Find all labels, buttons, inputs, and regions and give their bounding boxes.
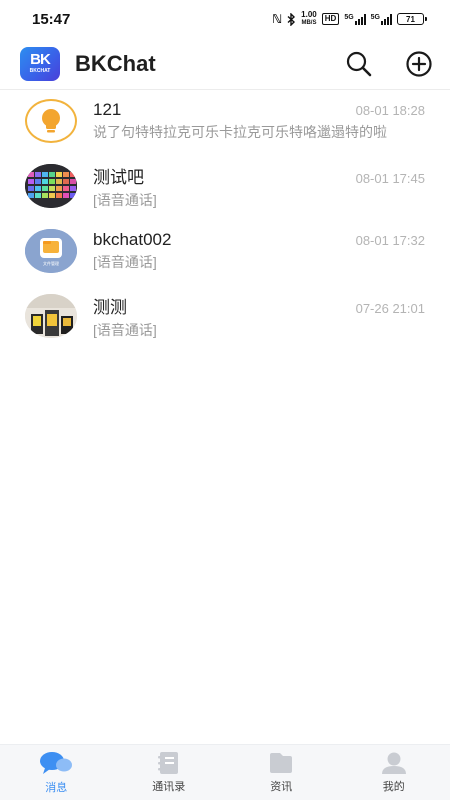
conversation-preview: [语音通话]: [93, 321, 157, 338]
app-logo: BK BKCHAT: [20, 46, 60, 81]
conversation-name: 测测: [93, 297, 127, 317]
app-header: BK BKCHAT BKChat: [0, 38, 450, 90]
conversation-time: 08-01 17:32: [355, 233, 425, 248]
signal-bars-icon: [381, 13, 392, 25]
sim1-signal: 5G: [344, 13, 366, 25]
battery-level: 71: [406, 14, 415, 24]
search-button[interactable]: [344, 49, 374, 79]
keyboard-photo-icon: [25, 164, 77, 208]
conversation-name: bkchat002: [93, 230, 172, 249]
logo-mark: BK: [30, 51, 51, 68]
profile-icon: [381, 752, 406, 774]
contacts-book-icon: [157, 752, 178, 774]
conversation-name: 121: [93, 100, 122, 119]
network-speed: 1.00 MB/S: [301, 11, 317, 27]
conversation-preview: 说了句特特拉克可乐卡拉克可乐特咯邋遢特的啦: [93, 124, 387, 140]
conversation-time: 07-26 21:01: [355, 300, 425, 316]
conversation-item[interactable]: 文件管理 bkchat002 08-01 17:32 [语音通话]: [0, 220, 450, 282]
tab-label: 通讯录: [152, 781, 186, 793]
battery-icon: 71: [397, 13, 427, 25]
bluetooth-icon: [287, 12, 296, 26]
tab-contacts[interactable]: 通讯录: [113, 745, 226, 800]
bottom-tab-bar: 消息 通讯录 资讯 我的: [0, 744, 450, 800]
avatar: 文件管理: [25, 229, 77, 273]
tab-news[interactable]: 资讯: [225, 745, 338, 800]
search-icon: [346, 51, 372, 76]
status-bar: 15:47 ℕ 1.00 MB/S HD 5G 5G 71: [0, 0, 450, 38]
lightbulb-icon: [32, 102, 70, 140]
conversation-time: 08-01 17:45: [355, 170, 425, 186]
news-folder-icon: [270, 753, 293, 773]
app-title: BKChat: [75, 50, 156, 76]
conversation-name: 测试吧: [93, 167, 144, 187]
conversation-preview: [语音通话]: [93, 191, 157, 208]
network-speed-value: 1.00: [301, 10, 317, 19]
sim2-signal: 5G: [370, 13, 392, 25]
add-button[interactable]: [404, 49, 434, 79]
logo-subtext: BKCHAT: [29, 68, 51, 74]
sim2-label: 5G: [370, 13, 380, 21]
hd-badge: HD: [321, 13, 340, 25]
tab-profile[interactable]: 我的: [338, 745, 450, 800]
conversation-list: 121 08-01 18:28 说了句特特拉克可乐卡拉克可乐特咯邋遢特的啦 测试…: [0, 90, 450, 347]
tab-messages[interactable]: 消息: [0, 745, 113, 800]
conversation-time: 08-01 18:28: [355, 103, 425, 118]
conversation-item[interactable]: 测试吧 08-01 17:45 [语音通话]: [0, 155, 450, 217]
conversation-preview: [语音通话]: [93, 254, 157, 270]
status-icons: ℕ 1.00 MB/S HD 5G 5G 71: [272, 11, 427, 27]
plus-circle-icon: [406, 50, 432, 77]
chat-bubbles-icon: [40, 752, 73, 774]
sim1-label: 5G: [344, 13, 354, 21]
nfc-icon: ℕ: [272, 12, 283, 26]
conversation-item[interactable]: 121 08-01 18:28 说了句特特拉克可乐卡拉克可乐特咯邋遢特的啦: [0, 90, 450, 152]
avatar: [25, 164, 77, 208]
tab-label: 我的: [382, 781, 405, 793]
signal-bars-icon: [354, 13, 366, 25]
status-time: 15:47: [32, 10, 71, 28]
tab-label: 消息: [45, 782, 68, 794]
photo-avatar-icon: [25, 294, 77, 338]
avatar: [25, 99, 77, 143]
conversation-item[interactable]: 测测 07-26 21:01 [语音通话]: [0, 285, 450, 347]
network-speed-unit: MB/S: [301, 20, 317, 26]
tab-label: 资讯: [270, 781, 293, 793]
avatar: [25, 294, 77, 338]
avatar-caption: 文件管理: [43, 261, 59, 266]
